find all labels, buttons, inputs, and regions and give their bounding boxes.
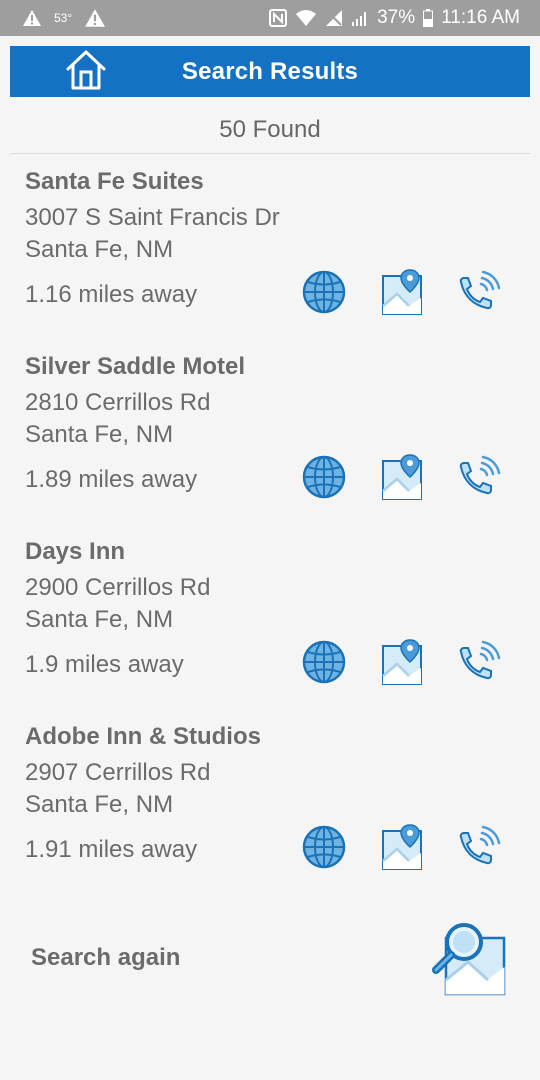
result-city: Santa Fe, NM xyxy=(25,421,174,448)
nfc-icon xyxy=(269,9,288,27)
result-name[interactable]: Silver Saddle Motel xyxy=(25,353,245,381)
globe-icon xyxy=(302,825,346,874)
map-button[interactable] xyxy=(378,453,426,506)
map-button[interactable] xyxy=(378,638,426,691)
result-street: 3007 S Saint Francis Dr xyxy=(25,204,280,231)
result-street: 2907 Cerrillos Rd xyxy=(25,759,211,786)
battery-percent: 37% xyxy=(377,7,416,28)
call-button[interactable] xyxy=(454,455,502,503)
result-street: 2900 Cerrillos Rd xyxy=(25,574,211,601)
warning-icon xyxy=(22,9,42,27)
result-name[interactable]: Days Inn xyxy=(25,538,125,566)
map-pin-icon xyxy=(380,638,424,691)
list-item: Silver Saddle Motel 2810 Cerrillos Rd Sa… xyxy=(0,351,540,536)
no-signal-icon xyxy=(325,9,343,27)
search-again-button[interactable]: Search again xyxy=(31,944,180,972)
home-button[interactable] xyxy=(64,50,108,94)
divider xyxy=(10,153,530,154)
signal-icon xyxy=(351,9,369,27)
map-button[interactable] xyxy=(378,268,426,321)
map-button[interactable] xyxy=(378,823,426,876)
magnifier-map-icon[interactable] xyxy=(428,918,508,998)
result-distance: 1.9 miles away xyxy=(25,651,184,678)
map-pin-icon xyxy=(380,268,424,321)
website-button[interactable] xyxy=(300,825,348,873)
wifi-icon xyxy=(295,9,317,27)
result-actions xyxy=(300,638,506,691)
globe-icon xyxy=(302,455,346,504)
page-title: Search Results xyxy=(181,57,359,85)
result-distance: 1.91 miles away xyxy=(25,836,198,863)
call-button[interactable] xyxy=(454,825,502,873)
website-button[interactable] xyxy=(300,455,348,503)
result-distance: 1.16 miles away xyxy=(25,281,198,308)
map-pin-icon xyxy=(380,453,424,506)
status-bar: 53° 37% 11:16 AM xyxy=(0,0,540,36)
phone-icon xyxy=(455,455,501,504)
warning-icon xyxy=(84,8,106,28)
battery-icon xyxy=(423,9,434,27)
list-item: Days Inn 2900 Cerrillos Rd Santa Fe, NM … xyxy=(0,536,540,721)
result-actions xyxy=(300,823,506,876)
phone-icon xyxy=(455,825,501,874)
results-count: 50 Found xyxy=(219,116,321,143)
results-list: Santa Fe Suites 3007 S Saint Francis Dr … xyxy=(0,166,540,906)
phone-icon xyxy=(455,640,501,689)
map-pin-icon xyxy=(380,823,424,876)
call-button[interactable] xyxy=(454,270,502,318)
result-city: Santa Fe, NM xyxy=(25,791,174,818)
call-button[interactable] xyxy=(454,640,502,688)
result-street: 2810 Cerrillos Rd xyxy=(25,389,211,416)
result-distance: 1.89 miles away xyxy=(25,466,198,493)
website-button[interactable] xyxy=(300,270,348,318)
result-name[interactable]: Santa Fe Suites xyxy=(25,168,204,196)
home-icon xyxy=(64,49,108,96)
globe-icon xyxy=(302,640,346,689)
website-button[interactable] xyxy=(300,640,348,688)
list-item: Adobe Inn & Studios 2907 Cerrillos Rd Sa… xyxy=(0,721,540,906)
app-header: Search Results xyxy=(10,46,530,97)
temperature-text: 53° xyxy=(54,11,73,25)
result-city: Santa Fe, NM xyxy=(25,236,174,263)
result-city: Santa Fe, NM xyxy=(25,606,174,633)
result-actions xyxy=(300,268,506,321)
result-name[interactable]: Adobe Inn & Studios xyxy=(25,723,261,751)
list-item: Santa Fe Suites 3007 S Saint Francis Dr … xyxy=(0,166,540,351)
clock: 11:16 AM xyxy=(441,7,520,28)
globe-icon xyxy=(302,270,346,319)
result-actions xyxy=(300,453,506,506)
phone-icon xyxy=(455,270,501,319)
